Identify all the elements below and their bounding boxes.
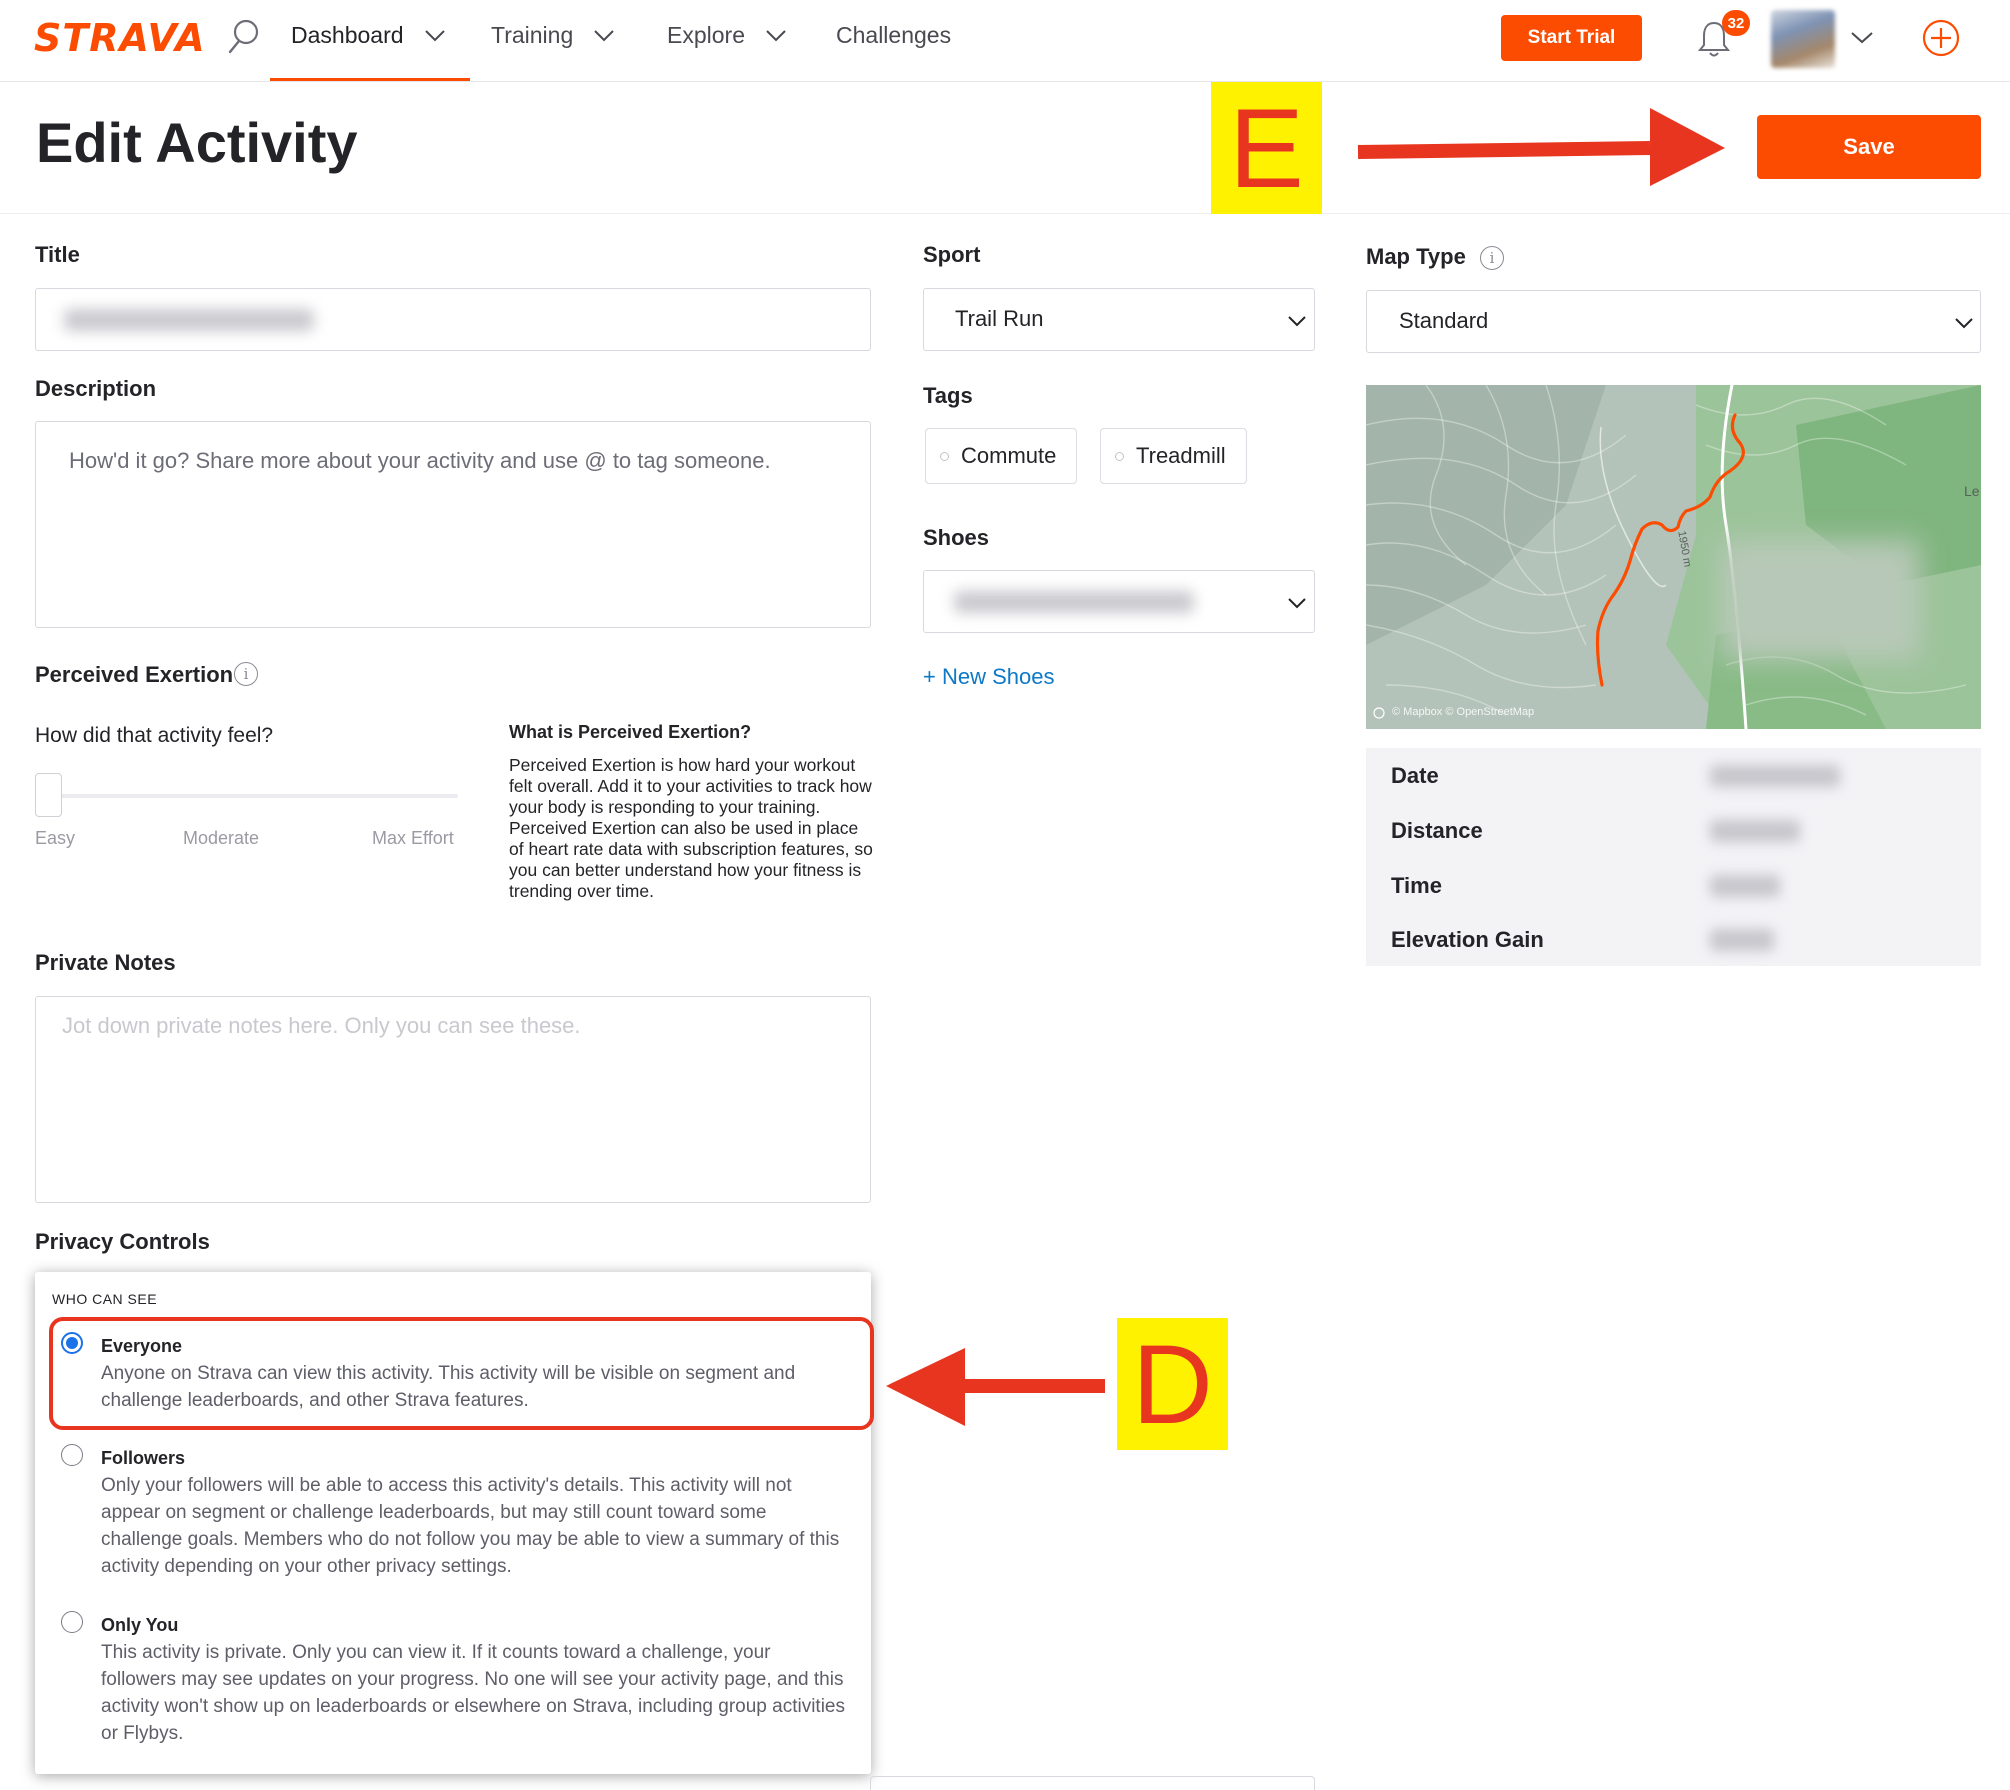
private-notes-placeholder: Jot down private notes here. Only you ca… bbox=[62, 1013, 581, 1038]
radio-followers[interactable] bbox=[61, 1444, 83, 1466]
privacy-heading: WHO CAN SEE bbox=[52, 1291, 158, 1307]
stat-elevation-gain-label: Elevation Gain bbox=[1391, 927, 1544, 952]
slider-label-max-effort: Max Effort bbox=[372, 828, 454, 848]
sport-value: Trail Run bbox=[955, 306, 1044, 331]
perceived-exertion-label: Perceived Exertion bbox=[35, 662, 234, 687]
tag-commute[interactable]: Commute bbox=[925, 428, 1077, 484]
info-icon[interactable]: i bbox=[234, 662, 258, 686]
tag-commute-label: Commute bbox=[961, 443, 1057, 468]
exertion-slider-track[interactable] bbox=[48, 794, 458, 798]
stat-date-value-redacted bbox=[1710, 765, 1840, 787]
tag-hole-icon bbox=[940, 451, 949, 461]
arrow-d-head bbox=[886, 1348, 965, 1426]
nav-training[interactable]: Training bbox=[491, 22, 615, 49]
option-only-you-title[interactable]: Only You bbox=[101, 1615, 178, 1636]
private-notes-textarea[interactable]: Jot down private notes here. Only you ca… bbox=[35, 996, 871, 1203]
private-notes-label: Private Notes bbox=[35, 950, 176, 975]
shoes-select[interactable] bbox=[923, 570, 1315, 633]
new-shoes-link[interactable]: + New Shoes bbox=[923, 664, 1054, 690]
description-placeholder: How'd it go? Share more about your activ… bbox=[69, 448, 771, 473]
option-only-you-desc: This activity is private. Only you can v… bbox=[101, 1642, 845, 1744]
shoes-value-redacted bbox=[954, 591, 1194, 613]
tags-label: Tags bbox=[923, 383, 973, 408]
stat-date-label: Date bbox=[1391, 763, 1439, 788]
map-type-select[interactable]: Standard bbox=[1366, 290, 1981, 353]
perceived-exertion-info-body: Perceived Exertion is how hard your work… bbox=[509, 755, 873, 901]
chevron-down-icon[interactable] bbox=[1850, 30, 1874, 46]
strava-logo[interactable]: STRAVA bbox=[34, 16, 206, 60]
sport-label: Sport bbox=[923, 242, 981, 267]
exertion-slider-thumb[interactable] bbox=[35, 773, 62, 817]
notification-badge: 32 bbox=[1722, 10, 1750, 36]
page-title: Edit Activity bbox=[36, 111, 358, 174]
sport-select[interactable]: Trail Run bbox=[923, 288, 1315, 351]
chevron-down-icon bbox=[424, 29, 445, 41]
privacy-controls-label: Privacy Controls bbox=[35, 1229, 210, 1254]
map-place-label: Le bbox=[1964, 483, 1980, 499]
annotation-label-d: D bbox=[1117, 1318, 1228, 1450]
partial-input-offscreen bbox=[870, 1776, 1315, 1790]
nav-explore-label: Explore bbox=[667, 22, 745, 48]
stat-time-value-redacted bbox=[1710, 875, 1780, 897]
avatar[interactable] bbox=[1771, 10, 1835, 68]
map-type-value: Standard bbox=[1399, 308, 1489, 333]
info-icon[interactable]: i bbox=[1480, 246, 1504, 270]
option-followers-title[interactable]: Followers bbox=[101, 1448, 185, 1469]
chevron-down-icon bbox=[1955, 318, 1973, 329]
title-input[interactable] bbox=[35, 288, 871, 351]
description-textarea[interactable]: How'd it go? Share more about your activ… bbox=[35, 421, 871, 628]
map-type-label: Map Type bbox=[1366, 244, 1466, 269]
save-button[interactable]: Save bbox=[1757, 115, 1981, 179]
tag-treadmill-label: Treadmill bbox=[1136, 443, 1226, 468]
annotation-highlight-box bbox=[49, 1317, 874, 1430]
slider-label-easy: Easy bbox=[35, 828, 76, 848]
radio-only-you[interactable] bbox=[61, 1611, 83, 1633]
perceived-exertion-info-title: What is Perceived Exertion? bbox=[509, 722, 752, 742]
nav-explore[interactable]: Explore bbox=[667, 22, 787, 49]
stat-elevation-value-redacted bbox=[1710, 929, 1774, 951]
description-label: Description bbox=[35, 376, 157, 401]
nav-active-indicator bbox=[270, 78, 470, 81]
nav-challenges-label: Challenges bbox=[836, 22, 952, 48]
annotation-label-e: E bbox=[1211, 82, 1322, 214]
top-nav: STRAVA Dashboard Training Explore Challe… bbox=[0, 0, 2010, 82]
chevron-down-icon bbox=[594, 29, 614, 41]
stat-distance-value-redacted bbox=[1710, 820, 1800, 842]
stat-time-label: Time bbox=[1391, 873, 1442, 898]
stat-distance-label: Distance bbox=[1391, 818, 1483, 843]
map-attribution[interactable]: © Mapbox © OpenStreetMap bbox=[1392, 706, 1534, 718]
slider-label-moderate: Moderate bbox=[183, 828, 260, 848]
nav-challenges[interactable]: Challenges bbox=[836, 22, 951, 49]
start-trial-button[interactable]: Start Trial bbox=[1501, 15, 1642, 61]
tag-treadmill[interactable]: Treadmill bbox=[1100, 428, 1247, 484]
title-value-redacted bbox=[64, 309, 314, 331]
perceived-exertion-question: How did that activity feel? bbox=[35, 724, 274, 747]
nav-training-label: Training bbox=[491, 22, 574, 48]
shoes-label: Shoes bbox=[923, 525, 990, 550]
title-label: Title bbox=[35, 242, 80, 267]
chevron-down-icon bbox=[1288, 316, 1306, 327]
nav-dashboard[interactable]: Dashboard bbox=[291, 22, 446, 49]
tag-hole-icon bbox=[1115, 451, 1124, 461]
nav-dashboard-label: Dashboard bbox=[291, 22, 404, 48]
option-followers-desc: Only your followers will be able to acce… bbox=[101, 1475, 840, 1577]
search-icon[interactable] bbox=[224, 16, 264, 60]
map-redacted-area bbox=[1720, 540, 1920, 660]
chevron-down-icon bbox=[1288, 598, 1306, 609]
chevron-down-icon bbox=[766, 29, 786, 41]
plus-circle-icon[interactable] bbox=[1921, 18, 1961, 58]
